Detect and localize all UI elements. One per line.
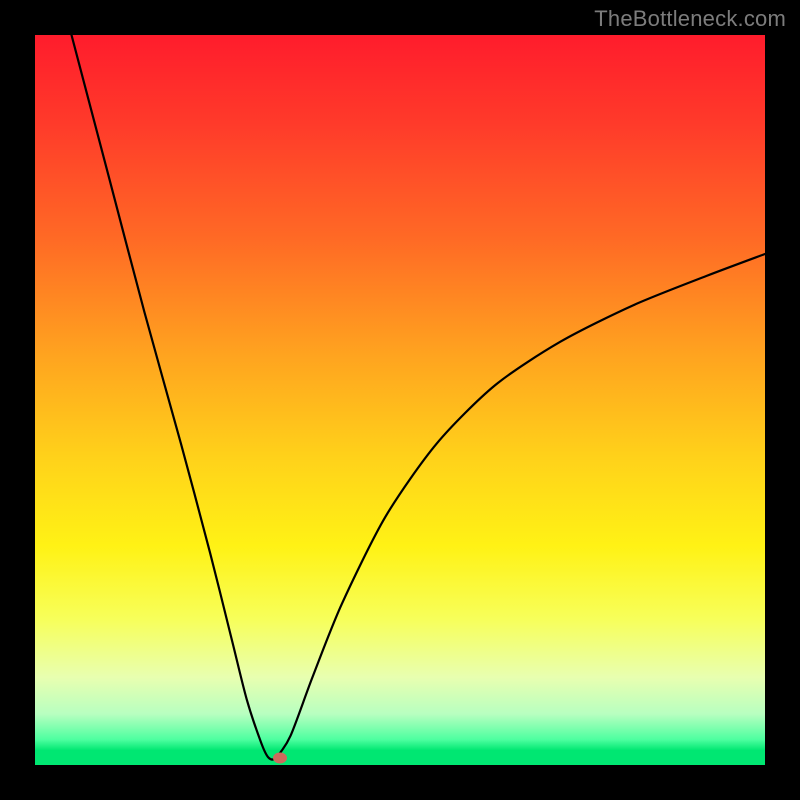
plot-area: [35, 35, 765, 765]
bottleneck-curve: [35, 35, 765, 765]
watermark-text: TheBottleneck.com: [594, 6, 786, 32]
minimum-marker: [273, 752, 287, 763]
chart-frame: TheBottleneck.com: [0, 0, 800, 800]
